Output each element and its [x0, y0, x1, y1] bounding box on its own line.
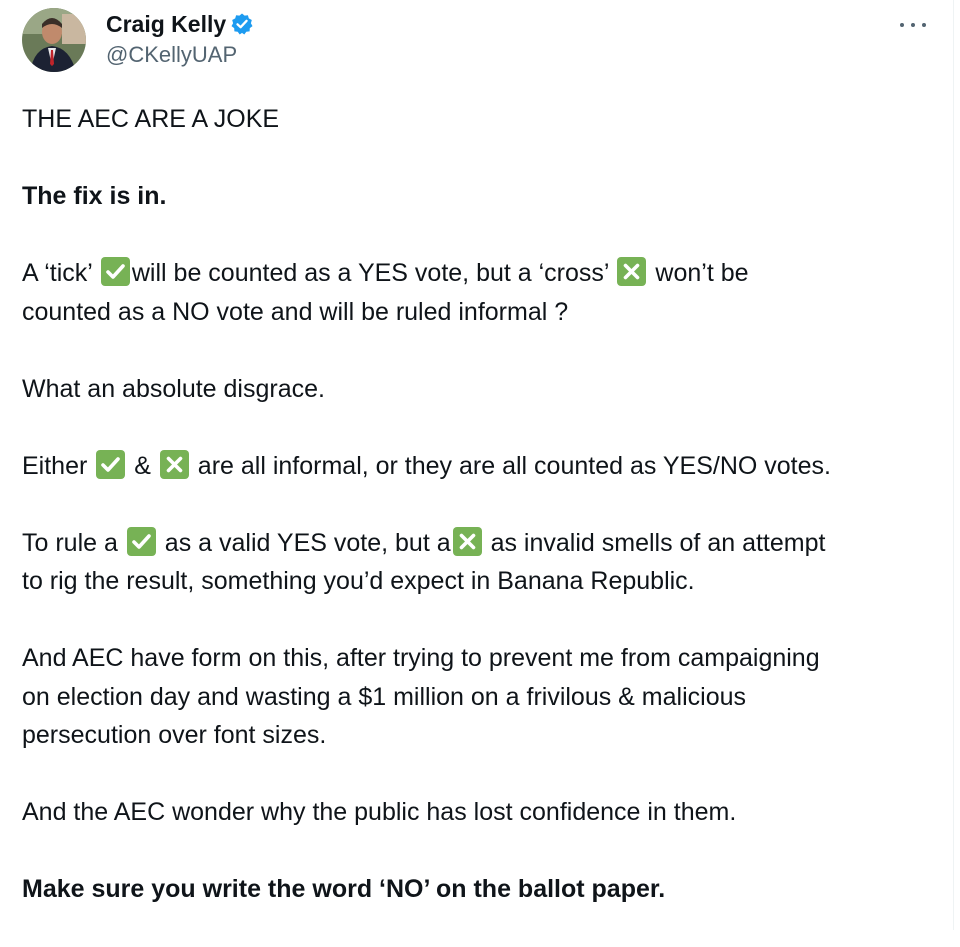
text-span: as a valid YES vote, but a — [157, 528, 451, 557]
more-options-icon[interactable] — [900, 16, 926, 34]
text-span: To rule a — [22, 528, 125, 557]
tweet-paragraph: Either & are all informal, or they are a… — [22, 447, 942, 486]
verified-badge-icon[interactable] — [230, 12, 254, 36]
text-span: A ‘tick’ — [22, 259, 99, 287]
text-line: counted as a NO vote and will be ruled i… — [22, 297, 569, 326]
text-line: to rig the result, something you’d expec… — [22, 567, 695, 595]
tweet-paragraph: And the AEC wonder why the public has lo… — [22, 798, 737, 826]
handle[interactable]: @CKellyUAP — [106, 42, 254, 68]
check-mark-button-emoji — [96, 449, 126, 479]
text-span: won’t be — [648, 259, 749, 287]
text-span: will be counted as a YES vote, but a ‘cr… — [131, 259, 616, 287]
check-mark-button-emoji — [100, 257, 130, 286]
tweet-paragraph: THE AEC ARE A JOKE — [22, 105, 280, 133]
check-mark-button-emoji — [126, 526, 156, 556]
text-span: Either — [22, 451, 95, 480]
display-name[interactable]: Craig Kelly — [106, 11, 226, 38]
cross-mark-button-emoji — [159, 449, 189, 479]
tweet-paragraph: And AEC have form on this, after trying … — [22, 639, 942, 755]
tweet-paragraph: To rule a as a valid YES vote, but a as … — [22, 524, 942, 601]
text-line: on election day and wasting a $1 million… — [22, 682, 746, 711]
column-border — [953, 0, 954, 930]
text-line: persecution over font sizes. — [22, 721, 327, 749]
text-line: And AEC have form on this, after trying … — [22, 644, 820, 672]
author-names: Craig Kelly @CKellyUAP — [106, 9, 254, 68]
text-span: & — [127, 451, 158, 480]
tweet-paragraph: A ‘tick’ will be counted as a YES vote, … — [22, 254, 942, 331]
avatar[interactable] — [22, 8, 86, 72]
cross-mark-button-emoji — [452, 526, 482, 556]
tweet-paragraph: Make sure you write the word ‘NO’ on the… — [22, 875, 666, 903]
cross-mark-button-emoji — [617, 257, 647, 286]
text-span: as invalid smells of an attempt — [483, 528, 826, 557]
tweet-paragraph: What an absolute disgrace. — [22, 374, 325, 403]
tweet-paragraph: The fix is in. — [22, 182, 167, 210]
tweet-header: Craig Kelly @CKellyUAP — [22, 8, 932, 74]
text-span: are all informal, or they are all counte… — [190, 451, 831, 480]
tweet-text: THE AEC ARE A JOKE The fix is in. A ‘tic… — [22, 100, 942, 947]
